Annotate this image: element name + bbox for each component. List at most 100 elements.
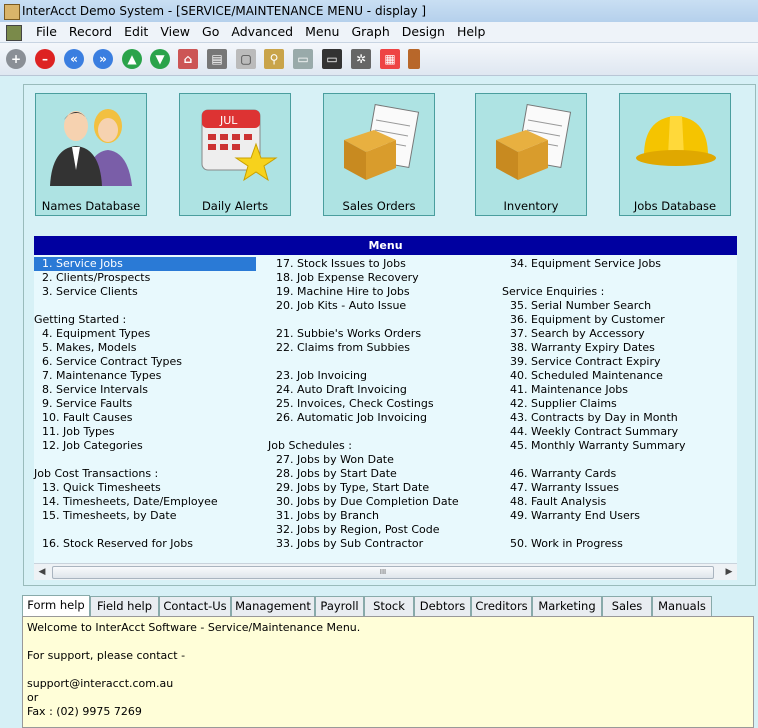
menu-item[interactable]: 18. Job Expense Recovery — [268, 271, 502, 285]
scroll-left-icon[interactable]: ◀ — [34, 564, 50, 580]
home-icon[interactable]: ⌂ — [178, 49, 198, 69]
menu-item[interactable]: 49. Warranty End Users — [502, 509, 736, 523]
menu-item[interactable]: 25. Invoices, Check Costings — [268, 397, 502, 411]
menu-item[interactable]: 11. Job Types — [34, 425, 268, 439]
menu-record[interactable]: Record — [63, 24, 118, 40]
app-icon — [4, 4, 20, 20]
menu-item[interactable]: 1. Service Jobs — [34, 257, 256, 271]
menu-item[interactable]: 31. Jobs by Branch — [268, 509, 502, 523]
menu-item[interactable]: 43. Contracts by Day in Month — [502, 411, 736, 425]
tile-jobs-database[interactable]: Jobs Database — [619, 93, 731, 216]
tile-inventory[interactable]: Inventory — [475, 93, 587, 216]
up-icon[interactable]: ▲ — [122, 49, 142, 69]
menu-item[interactable]: 19. Machine Hire to Jobs — [268, 285, 502, 299]
menu-item[interactable]: 15. Timesheets, by Date — [34, 509, 268, 523]
menu-item[interactable]: 12. Job Categories — [34, 439, 268, 453]
tab-stock[interactable]: Stock — [364, 596, 414, 616]
menu-graph[interactable]: Graph — [345, 24, 395, 40]
menu-item[interactable]: 27. Jobs by Won Date — [268, 453, 502, 467]
horizontal-scrollbar[interactable]: ◀ III ▶ — [34, 563, 737, 580]
menu-item[interactable]: 3. Service Clients — [34, 285, 268, 299]
menu-item[interactable]: 13. Quick Timesheets — [34, 481, 268, 495]
menu-column-1: 1. Service Jobs 2. Clients/Prospects 3. Se… — [34, 257, 268, 551]
page-icon[interactable]: ▢ — [236, 49, 256, 69]
menu-item[interactable]: 16. Stock Reserved for Jobs — [34, 537, 268, 551]
menu-item[interactable]: 29. Jobs by Type, Start Date — [268, 481, 502, 495]
menu-item[interactable]: 2. Clients/Prospects — [34, 271, 268, 285]
menu-item[interactable]: 7. Maintenance Types — [34, 369, 268, 383]
stop-icon[interactable]: – — [35, 49, 55, 69]
tab-contact-us[interactable]: Contact-Us — [159, 596, 231, 616]
tile-sales-orders[interactable]: Sales Orders — [323, 93, 435, 216]
menu-help[interactable]: Help — [451, 24, 492, 40]
menu-item[interactable]: 38. Warranty Expiry Dates — [502, 341, 736, 355]
tab-manuals[interactable]: Manuals — [652, 596, 712, 616]
menu-item[interactable]: 32. Jobs by Region, Post Code — [268, 523, 502, 537]
menu-item[interactable]: 4. Equipment Types — [34, 327, 268, 341]
print-icon[interactable]: ▤ — [207, 49, 227, 69]
system-menu-icon[interactable] — [6, 25, 22, 41]
menu-item[interactable]: 42. Supplier Claims — [502, 397, 736, 411]
first-icon[interactable]: « — [64, 49, 84, 69]
menu-item[interactable]: 33. Jobs by Sub Contractor — [268, 537, 502, 551]
tab-form-help[interactable]: Form help — [22, 595, 90, 617]
menu-go[interactable]: Go — [196, 24, 225, 40]
menu-item[interactable]: 9. Service Faults — [34, 397, 268, 411]
down-icon[interactable]: ▼ — [150, 49, 170, 69]
main-panel: Names Database JUL Daily Alerts Sales Or… — [23, 84, 756, 586]
menu-item[interactable]: 34. Equipment Service Jobs — [502, 257, 736, 271]
tab-creditors[interactable]: Creditors — [471, 596, 532, 616]
scroll-thumb[interactable]: III — [52, 566, 714, 579]
exit-door-icon[interactable] — [408, 49, 420, 69]
tab-payroll[interactable]: Payroll — [315, 596, 364, 616]
menu-item[interactable]: 6. Service Contract Types — [34, 355, 268, 369]
tab-marketing[interactable]: Marketing — [532, 596, 602, 616]
menu-file[interactable]: File — [30, 24, 63, 40]
menu-item[interactable]: 30. Jobs by Due Completion Date — [268, 495, 502, 509]
tab-sales[interactable]: Sales — [602, 596, 652, 616]
menu-item[interactable]: 35. Serial Number Search — [502, 299, 736, 313]
settings-icon[interactable]: ✲ — [351, 49, 371, 69]
menu-item[interactable]: 37. Search by Accessory — [502, 327, 736, 341]
plus-icon[interactable]: + — [6, 49, 26, 69]
menu-advanced[interactable]: Advanced — [225, 24, 299, 40]
menu-item[interactable]: 5. Makes, Models — [34, 341, 268, 355]
menu-edit[interactable]: Edit — [118, 24, 154, 40]
menu-item[interactable]: 22. Claims from Subbies — [268, 341, 502, 355]
menu-item[interactable]: 28. Jobs by Start Date — [268, 467, 502, 481]
tab-management[interactable]: Management — [231, 596, 315, 616]
tab-field-help[interactable]: Field help — [90, 596, 159, 616]
menu-item[interactable]: 21. Subbie's Works Orders — [268, 327, 502, 341]
tile-names-database[interactable]: Names Database — [35, 93, 147, 216]
tile-daily-alerts[interactable]: JUL Daily Alerts — [179, 93, 291, 216]
calendar-icon[interactable]: ▦ — [380, 49, 400, 69]
scroll-right-icon[interactable]: ▶ — [721, 564, 737, 580]
menu-item[interactable]: 44. Weekly Contract Summary — [502, 425, 736, 439]
menu-item[interactable]: 36. Equipment by Customer — [502, 313, 736, 327]
tab-debtors[interactable]: Debtors — [414, 596, 471, 616]
menu-item[interactable]: 17. Stock Issues to Jobs — [268, 257, 502, 271]
menu-menu[interactable]: Menu — [299, 24, 345, 40]
menu-item[interactable]: 20. Job Kits - Auto Issue — [268, 299, 502, 313]
menu-item[interactable]: 48. Fault Analysis — [502, 495, 736, 509]
last-icon[interactable]: » — [93, 49, 113, 69]
monitor-icon[interactable]: ▭ — [322, 49, 342, 69]
menu-item[interactable]: 14. Timesheets, Date/Employee — [34, 495, 268, 509]
menu-item[interactable]: 8. Service Intervals — [34, 383, 268, 397]
menu-item[interactable]: 24. Auto Draft Invoicing — [268, 383, 502, 397]
menu-item[interactable]: 26. Automatic Job Invoicing — [268, 411, 502, 425]
search-icon[interactable]: ⚲ — [264, 49, 284, 69]
menu-item[interactable]: 10. Fault Causes — [34, 411, 268, 425]
menu-item[interactable]: 45. Monthly Warranty Summary — [502, 439, 736, 453]
menu-item[interactable]: 41. Maintenance Jobs — [502, 383, 736, 397]
menu-item[interactable]: 50. Work in Progress — [502, 537, 736, 551]
menu-item[interactable]: 40. Scheduled Maintenance — [502, 369, 736, 383]
menu-item[interactable]: 39. Service Contract Expiry — [502, 355, 736, 369]
screen-icon[interactable]: ▭ — [293, 49, 313, 69]
menu-design[interactable]: Design — [396, 24, 451, 40]
menu-item[interactable]: 47. Warranty Issues — [502, 481, 736, 495]
menu-item[interactable]: 46. Warranty Cards — [502, 467, 736, 481]
menu-item[interactable]: 23. Job Invoicing — [268, 369, 502, 383]
help-email[interactable]: support@interacct.com.au — [27, 677, 173, 690]
menu-view[interactable]: View — [154, 24, 196, 40]
